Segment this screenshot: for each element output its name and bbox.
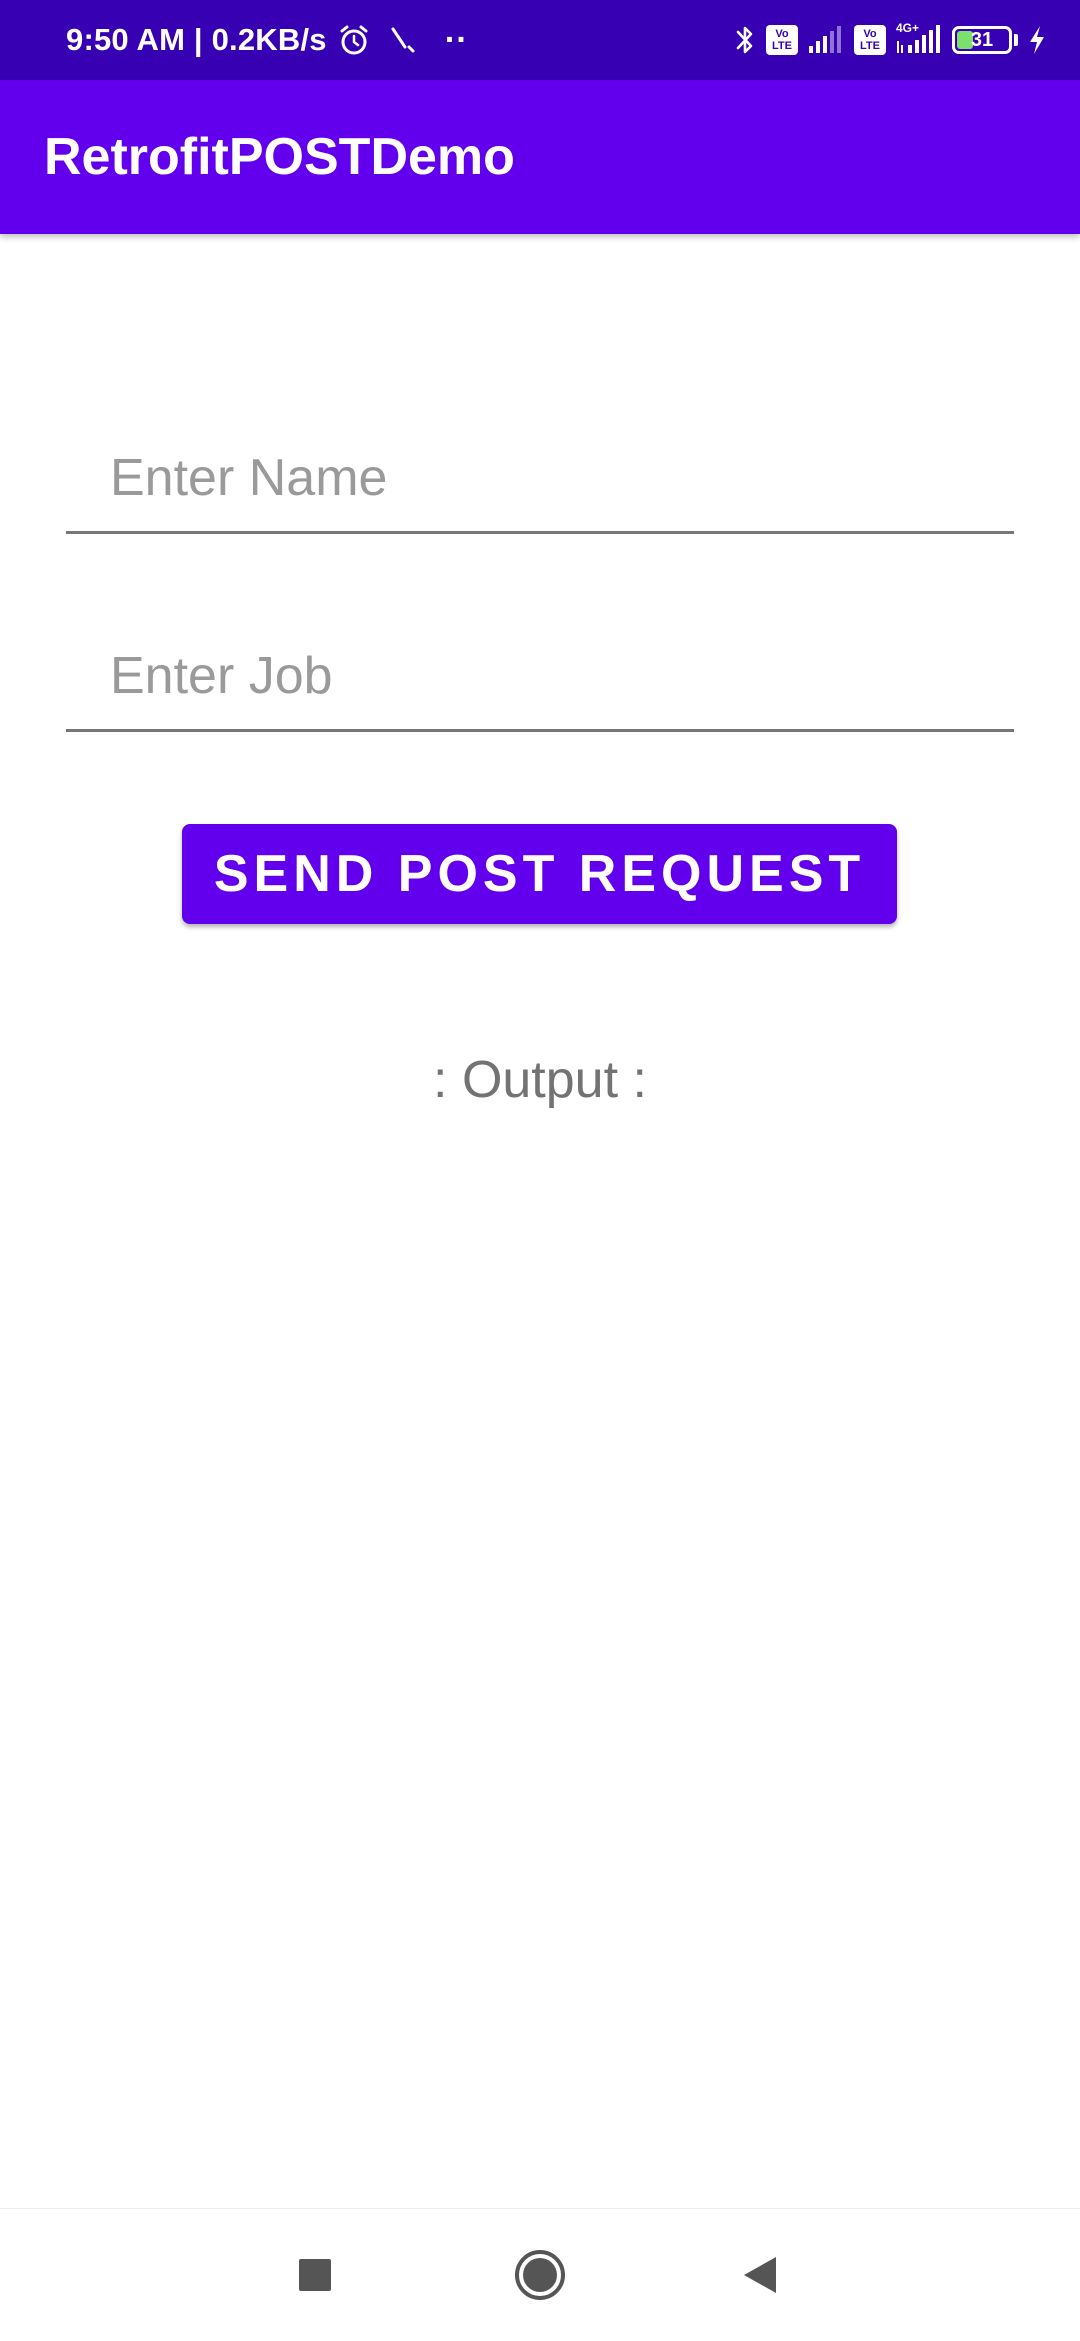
volte-badge-2: Vo LTE [854, 25, 886, 55]
battery-level: 31 [970, 28, 994, 51]
status-left: 9:50 AM | 0.2KB/s ·· [66, 0, 468, 80]
app-title: RetrofitPOSTDemo [44, 128, 515, 186]
charging-icon [1028, 25, 1046, 55]
battery-body: 31 [952, 26, 1012, 54]
status-right: Vo LTE Vo LTE 4G+ 31 [734, 0, 1046, 80]
name-field [66, 424, 1014, 534]
app-bar: RetrofitPOSTDemo [0, 80, 1080, 234]
status-time-speed: 9:50 AM | 0.2KB/s [66, 22, 327, 57]
back-button[interactable] [700, 2209, 820, 2341]
network-type-label: 4G+ [896, 21, 920, 35]
home-icon [513, 2248, 567, 2302]
volte-badge-1-bottom: LTE [772, 40, 792, 52]
battery-icon: 31 [952, 26, 1018, 54]
battery-tip [1014, 34, 1018, 46]
status-overflow-dots: ·· [444, 20, 468, 59]
back-icon [742, 2255, 778, 2295]
navigation-bar [0, 2208, 1080, 2341]
name-input[interactable] [66, 424, 1014, 531]
volte-badge-2-bottom: LTE [860, 40, 880, 52]
bluetooth-icon [734, 23, 756, 57]
home-button[interactable] [480, 2209, 600, 2341]
alarm-icon [337, 23, 371, 57]
volte-badge-1: Vo LTE [766, 25, 798, 55]
signal-4g-icon: 4G+ [896, 21, 942, 55]
job-input[interactable] [66, 622, 1014, 729]
status-bar: 9:50 AM | 0.2KB/s ·· Vo LTE Vo LTE 4G+ 3… [0, 0, 1080, 80]
volte-badge-2-top: Vo [863, 28, 877, 40]
output-text: : Output : [433, 1051, 647, 1109]
job-field [66, 622, 1014, 732]
recents-button[interactable] [255, 2209, 375, 2341]
recents-icon [298, 2258, 332, 2292]
volte-badge-1-top: Vo [775, 28, 789, 40]
signal-icon [808, 26, 844, 54]
missed-call-icon [389, 25, 415, 55]
send-post-request-button[interactable]: SEND POST REQUEST [182, 824, 897, 924]
